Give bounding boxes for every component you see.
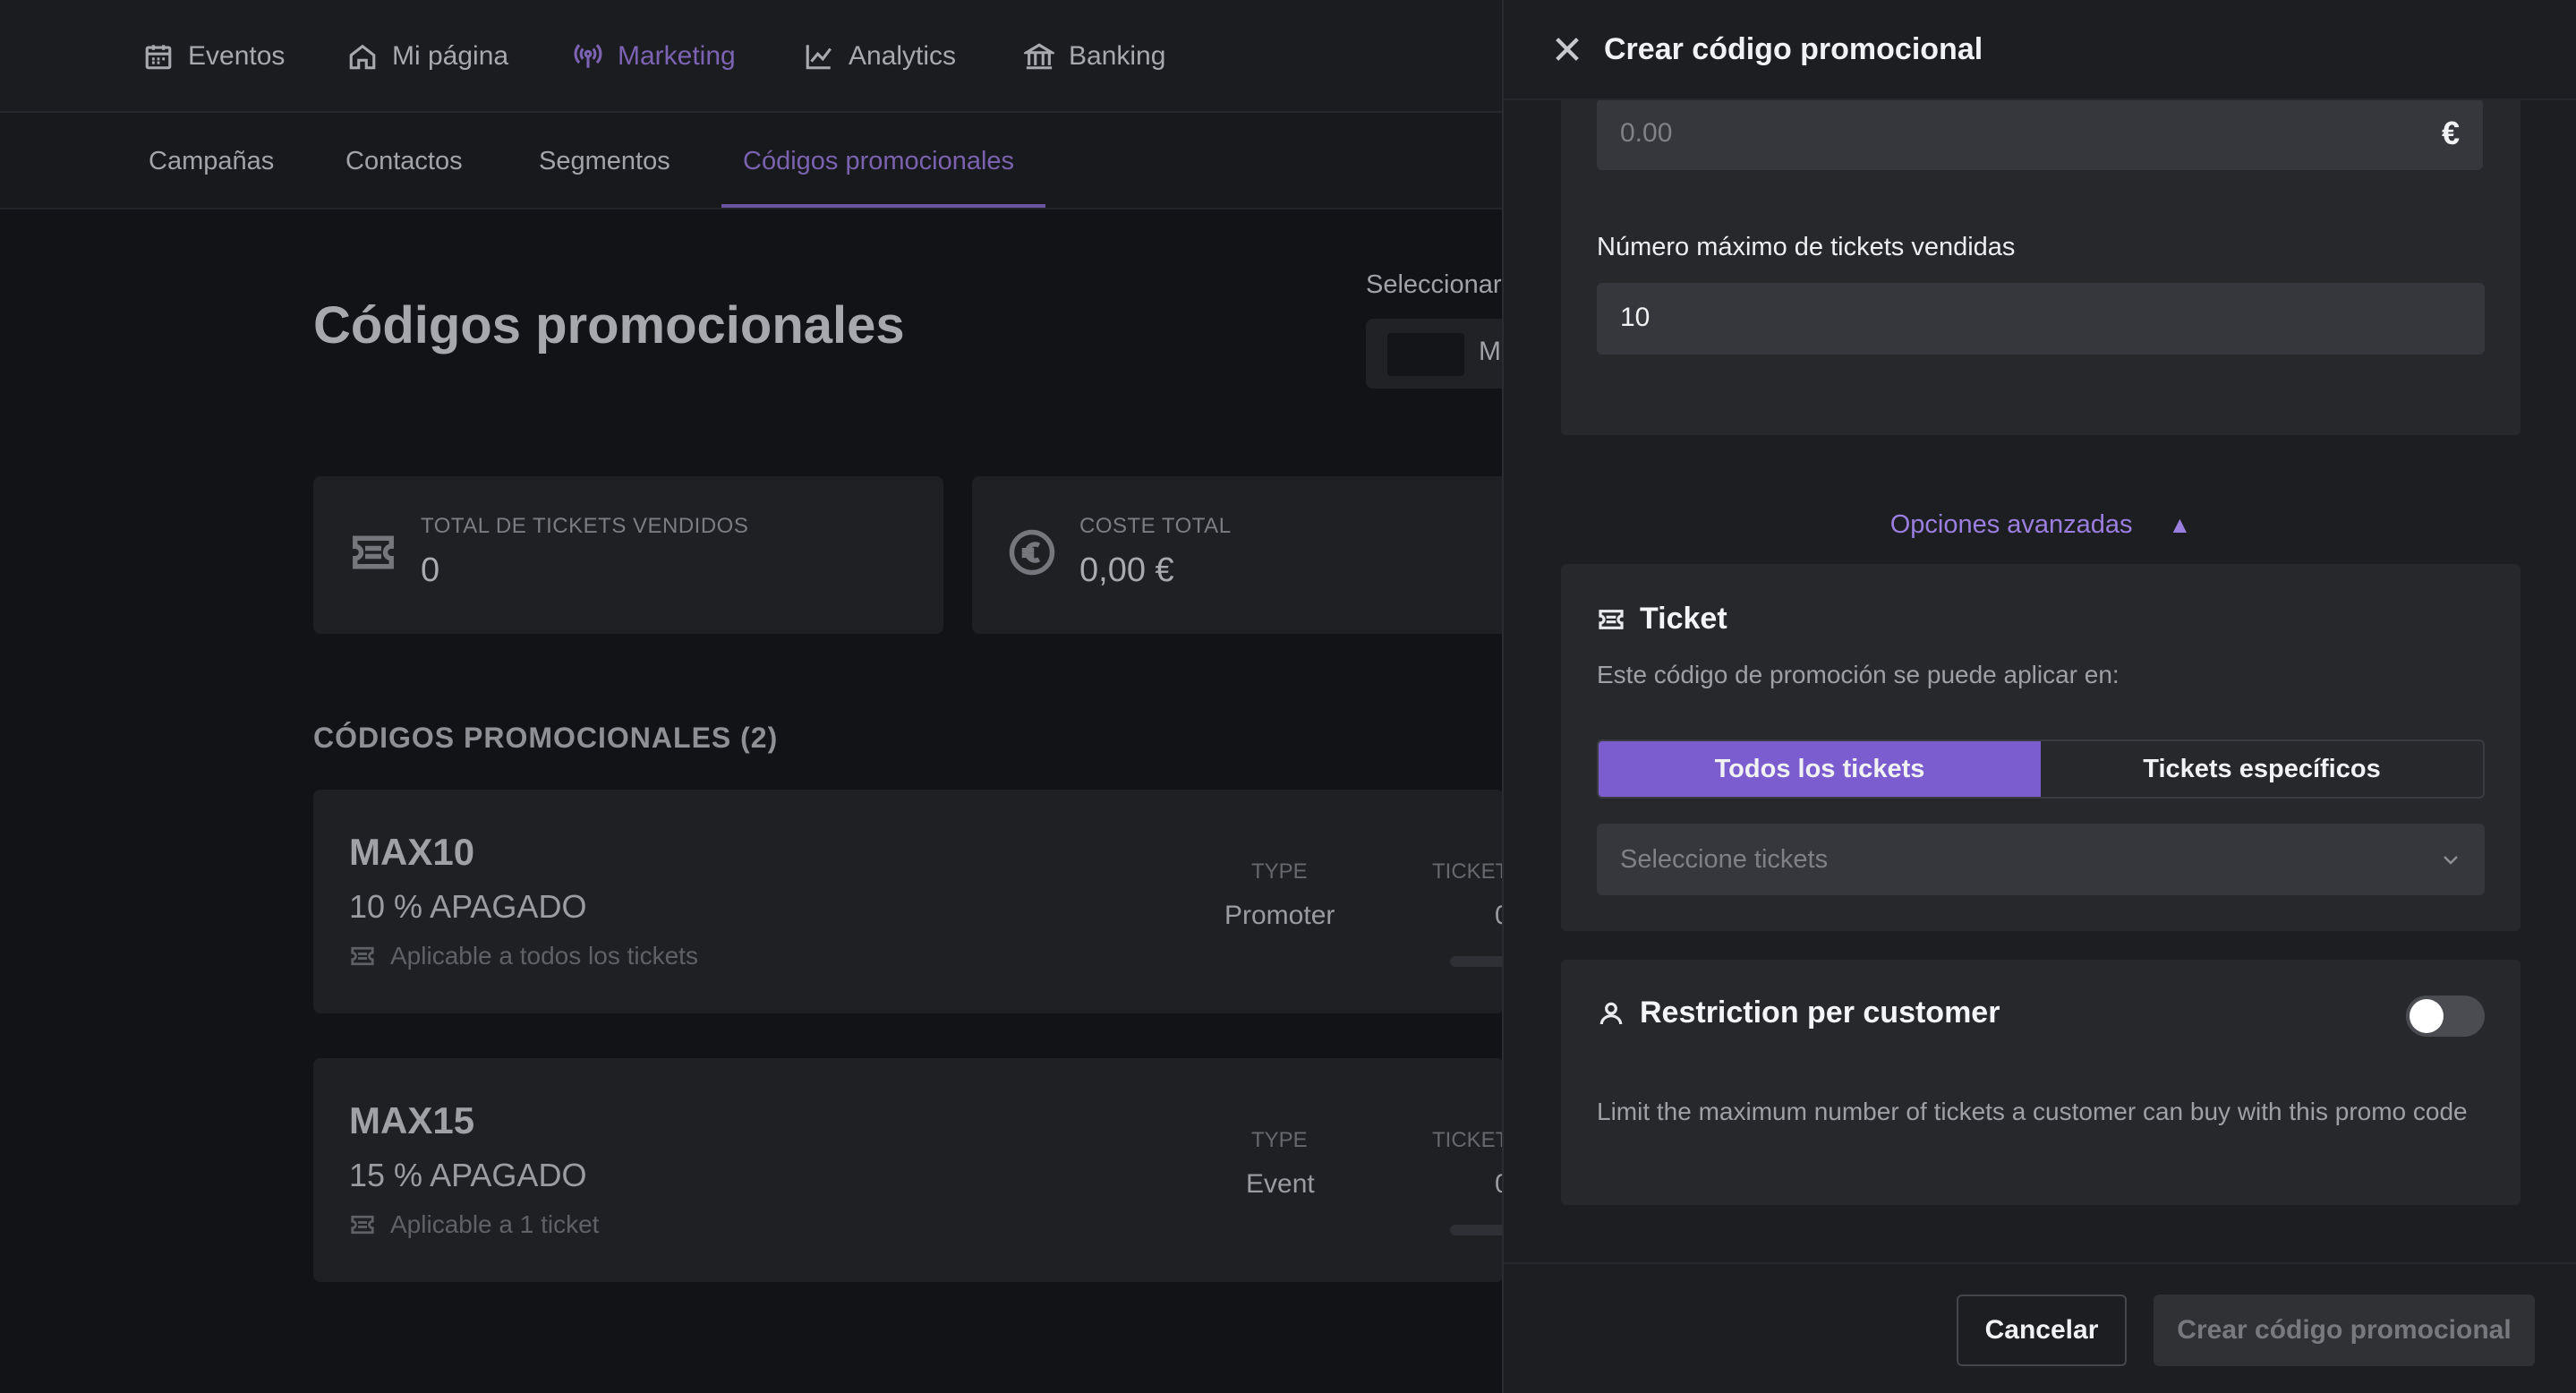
event-thumbnail bbox=[1387, 333, 1464, 376]
stat-value: 0 bbox=[421, 551, 440, 589]
promo-type: Event bbox=[1246, 1169, 1315, 1199]
drawer-title: Crear código promocional bbox=[1604, 32, 1983, 66]
chevron-down-icon bbox=[2444, 856, 2458, 865]
amount-placeholder: 0.00 bbox=[1620, 118, 1673, 148]
promo-code: MAX15 bbox=[349, 1099, 475, 1141]
promo-applicability-text: Aplicable a 1 ticket bbox=[390, 1210, 600, 1238]
nav-label: Eventos bbox=[188, 41, 286, 71]
discount-card: 0.00 € Número máximo de tickets vendidas… bbox=[1561, 54, 2521, 435]
select-tickets-dropdown[interactable]: Seleccione tickets bbox=[1597, 824, 2485, 895]
max-tickets-input[interactable]: 10 bbox=[1597, 283, 2485, 355]
promo-code: MAX10 bbox=[349, 831, 475, 873]
tab-contactos[interactable]: Contactos bbox=[345, 147, 463, 176]
promo-type: Promoter bbox=[1224, 901, 1335, 930]
max-tickets-value: 10 bbox=[1620, 303, 1651, 332]
close-icon[interactable] bbox=[1552, 34, 1582, 64]
drawer-header: Crear código promocional bbox=[1504, 0, 2576, 100]
promo-applicability: Aplicable a todos los tickets bbox=[349, 942, 698, 970]
active-tab-indicator bbox=[721, 204, 1045, 208]
promo-discount: 15 % APAGADO bbox=[349, 1157, 587, 1193]
chart-line-icon bbox=[806, 45, 832, 70]
page-title: Códigos promocionales bbox=[313, 296, 905, 355]
ticket-section-title: Ticket bbox=[1640, 602, 1727, 636]
restriction-toggle[interactable] bbox=[2406, 996, 2485, 1037]
stat-label: COSTE TOTAL bbox=[1079, 514, 1232, 538]
nav-item-banking[interactable]: Banking bbox=[1024, 36, 1165, 77]
ticket-section-header: Ticket bbox=[1597, 602, 1727, 637]
nav-item-analytics[interactable]: Analytics bbox=[804, 36, 956, 77]
restriction-section-header: Restriction per customer bbox=[1597, 996, 2000, 1030]
type-header: TYPE bbox=[1251, 859, 1308, 884]
event-select-value: M bbox=[1479, 337, 1501, 366]
create-promo-drawer: Crear código promocional 0.00 € Número m… bbox=[1502, 0, 2576, 1393]
tab-campanas[interactable]: Campañas bbox=[149, 147, 274, 176]
nav-label: Mi página bbox=[392, 41, 509, 71]
nav-item-eventos[interactable]: Eventos bbox=[143, 36, 285, 77]
event-select[interactable]: M bbox=[1366, 319, 1509, 389]
stat-card-cost: COSTE TOTAL 0,00 € bbox=[972, 476, 1509, 634]
promo-card-max10[interactable]: MAX10 10 % APAGADO Aplicable a todos los… bbox=[313, 790, 1504, 1013]
tab-segmentos[interactable]: Segmentos bbox=[539, 147, 670, 176]
tickets-progress-bar bbox=[1450, 956, 1504, 967]
select-label: Seleccionar bbox=[1366, 270, 1502, 299]
ticket-card: Ticket Este código de promoción se puede… bbox=[1561, 564, 2521, 931]
option-todos-los-tickets[interactable]: Todos los tickets bbox=[1599, 741, 2041, 797]
broadcast-icon bbox=[574, 44, 602, 68]
euro-symbol: € bbox=[2441, 115, 2460, 151]
promo-applicability-text: Aplicable a todos los tickets bbox=[390, 942, 698, 970]
calendar-icon bbox=[145, 45, 172, 70]
ticket-icon bbox=[351, 1215, 374, 1235]
tickets-header: TICKETS bbox=[1432, 1128, 1504, 1152]
stat-label: TOTAL DE TICKETS VENDIDOS bbox=[421, 514, 749, 538]
euro-icon bbox=[1009, 529, 1055, 576]
bank-icon bbox=[1024, 43, 1054, 70]
restriction-description: Limit the maximum number of tickets a cu… bbox=[1597, 1098, 2468, 1125]
nav-label: Marketing bbox=[618, 41, 736, 71]
nav-item-mi-pagina[interactable]: Mi página bbox=[347, 36, 508, 77]
toggle-knob bbox=[2410, 999, 2444, 1033]
user-icon bbox=[1599, 1002, 1623, 1024]
max-tickets-label: Número máximo de tickets vendidas bbox=[1597, 233, 2016, 261]
home-icon bbox=[349, 44, 376, 70]
restriction-card: Restriction per customer Limit the maxim… bbox=[1561, 960, 2521, 1205]
type-header: TYPE bbox=[1251, 1128, 1308, 1152]
stat-card-tickets: TOTAL DE TICKETS VENDIDOS 0 bbox=[313, 476, 943, 634]
tab-codigos-promocionales[interactable]: Códigos promocionales bbox=[743, 147, 1014, 176]
create-promo-code-button[interactable]: Crear código promocional bbox=[2154, 1295, 2535, 1366]
advanced-options-toggle[interactable]: Opciones avanzadas ▲ bbox=[1504, 510, 2576, 540]
nav-label: Banking bbox=[1069, 41, 1166, 71]
tickets-header: TICKETS bbox=[1432, 859, 1504, 884]
amount-input[interactable]: 0.00 € bbox=[1597, 98, 2483, 170]
ticket-icon bbox=[353, 535, 394, 569]
promo-applicability: Aplicable a 1 ticket bbox=[349, 1210, 599, 1239]
triangle-up-icon: ▲ bbox=[2168, 511, 2192, 538]
ticket-icon bbox=[351, 946, 374, 966]
select-tickets-placeholder: Seleccione tickets bbox=[1620, 845, 1829, 874]
tickets-progress-bar bbox=[1450, 1225, 1504, 1235]
drawer-footer: Cancelar Crear código promocional bbox=[1504, 1262, 2576, 1393]
promo-card-max15[interactable]: MAX15 15 % APAGADO Aplicable a 1 ticket … bbox=[313, 1058, 1504, 1282]
stat-value: 0,00 € bbox=[1079, 551, 1174, 589]
advanced-options-label: Opciones avanzadas bbox=[1889, 510, 2133, 539]
nav-label: Analytics bbox=[849, 41, 957, 71]
restriction-title: Restriction per customer bbox=[1640, 996, 2000, 1030]
nav-item-marketing[interactable]: Marketing bbox=[573, 36, 736, 77]
promo-discount: 10 % APAGADO bbox=[349, 888, 587, 925]
ticket-scope-segmented-control: Todos los tickets Tickets específicos bbox=[1597, 739, 2485, 799]
promos-section-title: CÓDIGOS PROMOCIONALES (2) bbox=[313, 722, 779, 754]
ticket-section-description: Este código de promoción se puede aplica… bbox=[1597, 661, 2120, 688]
option-tickets-especificos[interactable]: Tickets específicos bbox=[2041, 741, 2483, 797]
cancel-button[interactable]: Cancelar bbox=[1957, 1295, 2127, 1366]
ticket-icon bbox=[1599, 609, 1624, 629]
